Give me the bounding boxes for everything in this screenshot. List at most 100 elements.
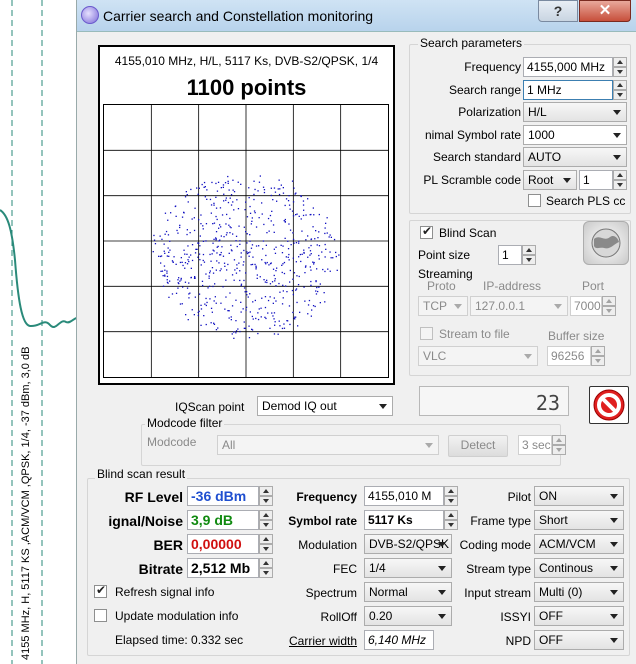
- rolloff-select[interactable]: 0.20: [364, 606, 452, 626]
- symbol-rate-select[interactable]: 1000: [523, 125, 627, 145]
- ber-label: BER: [153, 537, 183, 553]
- rf-level-spinner[interactable]: [259, 486, 273, 506]
- pilot-select[interactable]: ON: [534, 486, 624, 506]
- result-frequency-value: 4155,010 M: [364, 486, 444, 506]
- spectrum-label: Spectrum: [305, 586, 357, 600]
- search-standard-select[interactable]: AUTO: [523, 147, 627, 167]
- stop-button[interactable]: [589, 386, 629, 424]
- search-parameters-title: Search parameters: [418, 36, 525, 50]
- pl-scramble-spinner[interactable]: [613, 170, 627, 190]
- iqscan-point-label: IQScan point: [175, 400, 245, 414]
- refresh-signal-label: Refresh signal info: [115, 585, 215, 599]
- modcode-filter-title: Modcode filter: [145, 416, 225, 430]
- app-icon: [81, 6, 99, 24]
- npd-label: NPD: [505, 634, 531, 648]
- modulation-select[interactable]: DVB-S2/QPSK: [364, 534, 452, 554]
- buffer-size-spinner[interactable]: [591, 346, 605, 366]
- player-select[interactable]: VLC: [418, 346, 538, 366]
- detect-time-spinner[interactable]: [552, 435, 566, 455]
- update-modulation-checkbox[interactable]: [94, 609, 107, 622]
- frequency-input[interactable]: 4155,000 MHz: [523, 57, 613, 77]
- result-symbol-rate-label: Symbol rate: [288, 514, 357, 528]
- search-pls-checkbox[interactable]: [528, 194, 541, 207]
- issyi-select[interactable]: OFF: [534, 606, 624, 626]
- bitrate-spinner[interactable]: [259, 558, 273, 578]
- port-input[interactable]: 7000: [570, 296, 602, 316]
- blind-scan-result-title: Blind scan result: [95, 467, 188, 481]
- input-stream-select[interactable]: Multi (0): [534, 582, 624, 602]
- constellation-points-count: 1100 points: [186, 75, 307, 100]
- search-standard-label: Search standard: [432, 150, 521, 164]
- result-frequency-label: Frequency: [296, 490, 357, 504]
- pilot-label: Pilot: [507, 490, 531, 504]
- stream-type-label: Stream type: [466, 562, 531, 576]
- buffer-size-input[interactable]: 96256: [547, 346, 591, 366]
- close-button[interactable]: ✕: [579, 0, 631, 22]
- snr-value: 3,9 dB: [187, 510, 259, 530]
- polarization-select[interactable]: H/L: [523, 102, 627, 122]
- point-size-spinner[interactable]: [522, 245, 536, 265]
- search-range-input[interactable]: 1 MHz: [523, 80, 613, 100]
- proto-label: Proto: [427, 279, 456, 293]
- spectrum-select[interactable]: Normal: [364, 582, 452, 602]
- constellation-svg: [104, 105, 388, 377]
- result-symbol-rate-value: 5117 Ks: [364, 510, 444, 530]
- iqscan-point-select[interactable]: Demod IQ out: [257, 396, 393, 416]
- background-plot-label: 4155 MHz, H, 5117 KS ,ACM/VCM ,QPSK, 1/4…: [20, 346, 32, 660]
- point-size-label: Point size: [418, 248, 471, 262]
- buffer-size-label: Buffer size: [548, 329, 605, 343]
- ip-address-select[interactable]: 127.0.0.1: [470, 296, 568, 316]
- bitrate-value: 2,512 Mb: [187, 558, 259, 578]
- ber-value: 0,00000: [187, 534, 259, 554]
- pl-scramble-type-select[interactable]: Root: [523, 170, 577, 190]
- stream-to-file-checkbox[interactable]: [420, 327, 433, 340]
- globe-scan-button[interactable]: [583, 221, 629, 265]
- elapsed-time-label: Elapsed time: 0.332 sec: [115, 633, 244, 647]
- globe-icon: [591, 228, 621, 258]
- detect-time-input[interactable]: 3 sec: [518, 435, 552, 455]
- detect-button[interactable]: Detect: [448, 435, 508, 457]
- input-stream-label: Input stream: [464, 586, 531, 600]
- polarization-label: Polarization: [458, 105, 521, 119]
- point-size-input[interactable]: 1: [498, 245, 522, 265]
- search-pls-label: Search PLS cc: [546, 194, 626, 208]
- frequency-spinner[interactable]: [613, 57, 627, 77]
- blind-scan-checkbox[interactable]: [420, 224, 433, 239]
- modulation-label: Modulation: [298, 538, 357, 552]
- frame-type-select[interactable]: Short: [534, 510, 624, 530]
- constellation-grid: [103, 104, 389, 378]
- rf-level-label: RF Level: [124, 489, 183, 505]
- npd-select[interactable]: OFF: [534, 630, 624, 650]
- port-spinner[interactable]: [602, 296, 616, 316]
- ip-address-label: IP-address: [483, 279, 542, 293]
- blind-scan-label: Blind Scan: [439, 226, 497, 240]
- snr-spinner[interactable]: [259, 510, 273, 530]
- refresh-signal-checkbox[interactable]: [94, 583, 107, 598]
- rolloff-label: RollOff: [320, 610, 357, 624]
- proto-select[interactable]: TCP: [418, 296, 468, 316]
- stream-type-select[interactable]: Continous: [534, 558, 624, 578]
- dialog-body: 4155,010 MHz, H/L, 5117 Ks, DVB-S2/QPSK,…: [77, 32, 636, 664]
- carrier-width-value: 6,140 MHz: [364, 630, 434, 650]
- frame-type-label: Frame type: [470, 514, 531, 528]
- fec-select[interactable]: 1/4: [364, 558, 452, 578]
- fec-label: FEC: [333, 562, 357, 576]
- background-spectrum-plot: 4155 MHz, H, 5117 KS ,ACM/VCM ,QPSK, 1/4…: [0, 0, 77, 664]
- constellation-subtitle: 4155,010 MHz, H/L, 5117 Ks, DVB-S2/QPSK,…: [114, 54, 379, 68]
- search-range-spinner[interactable]: [613, 80, 627, 100]
- pl-scramble-input[interactable]: 1: [579, 170, 613, 190]
- snr-label: ignal/Noise: [108, 513, 183, 529]
- symbol-rate-label: nimal Symbol rate: [424, 128, 521, 142]
- modcode-select[interactable]: All: [217, 435, 439, 455]
- carrier-width-label[interactable]: Carrier width: [273, 634, 357, 648]
- help-button[interactable]: ?: [538, 0, 578, 22]
- rf-level-value: -36 dBm: [187, 486, 259, 506]
- ber-spinner[interactable]: [259, 534, 273, 554]
- stream-to-file-label: Stream to file: [439, 327, 510, 341]
- search-range-label: Search range: [448, 83, 521, 97]
- coding-mode-label: Coding mode: [459, 538, 531, 552]
- modcode-label: Modcode: [147, 435, 197, 449]
- window-titlebar[interactable]: Carrier search and Constellation monitor…: [77, 0, 636, 32]
- coding-mode-select[interactable]: ACM/VCM: [534, 534, 624, 554]
- stop-icon: [593, 389, 625, 421]
